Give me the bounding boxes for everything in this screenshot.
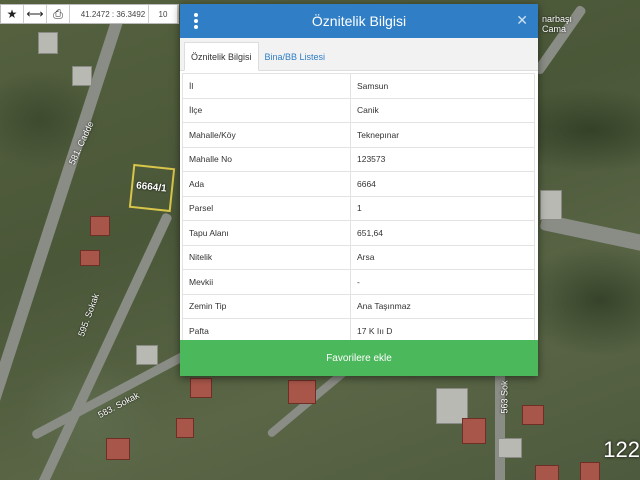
attribute-value: -: [350, 269, 535, 295]
attribute-key: İlçe: [182, 97, 351, 123]
measure-icon[interactable]: ⟷: [24, 5, 47, 23]
table-row: İl Samsun: [182, 73, 535, 99]
dialog-tabs: Öznitelik Bilgisi Bina/BB Listesi: [180, 38, 538, 71]
table-row: Tapu Alanı 651,64: [182, 220, 535, 246]
table-row: Nitelik Arsa: [182, 244, 535, 270]
attribute-key: Zemin Tip: [182, 293, 351, 319]
dialog-header: Öznitelik Bilgisi ✕: [180, 4, 538, 38]
attribute-key: Parsel: [182, 195, 351, 221]
attribute-value: Ana Taşınmaz: [350, 293, 535, 319]
attribute-value: 651,64: [350, 220, 535, 246]
attribute-key: Mahalle/Köy: [182, 122, 351, 148]
table-row: Zemin Tip Ana Taşınmaz: [182, 293, 535, 319]
attribute-key: İl: [182, 73, 351, 99]
dialog-title: Öznitelik Bilgisi: [311, 13, 407, 29]
table-row: Mevkii -: [182, 269, 535, 295]
table-row: Ada 6664: [182, 171, 535, 197]
table-row: Parsel 1: [182, 195, 535, 221]
attribute-value: Teknepınar: [350, 122, 535, 148]
attribute-value: 1: [350, 195, 535, 221]
attribute-value: 123573: [350, 146, 535, 172]
table-row: İlçe Canik: [182, 97, 535, 123]
kebab-menu-icon[interactable]: [194, 13, 198, 29]
attribute-value: 6664: [350, 171, 535, 197]
tab-attribute-info[interactable]: Öznitelik Bilgisi: [184, 42, 259, 71]
zoom-level: 10: [149, 5, 178, 23]
attribute-value: Canik: [350, 97, 535, 123]
table-row: Mahalle/Köy Teknepınar: [182, 122, 535, 148]
street-label: 563 Sok: [499, 380, 510, 414]
attribute-value: Arsa: [350, 244, 535, 270]
attribute-key: Mevkii: [182, 269, 351, 295]
tab-building-list[interactable]: Bina/BB Listesi: [259, 43, 332, 70]
map-scale-number: 122: [603, 437, 640, 462]
coordinate-readout: 41.2472 : 36.3492: [78, 5, 149, 23]
map-toolbar: ★ ⟷ ⎙ 41.2472 : 36.3492 10: [0, 4, 179, 24]
table-row: Mahalle No 123573: [182, 146, 535, 172]
attribute-key: Nitelik: [182, 244, 351, 270]
print-icon[interactable]: ⎙: [47, 5, 70, 23]
attribute-value: Samsun: [350, 73, 535, 99]
close-icon[interactable]: ✕: [516, 12, 528, 29]
street-label: narbaşı: [542, 14, 573, 24]
attribute-key: Ada: [182, 171, 351, 197]
attribute-key: Tapu Alanı: [182, 220, 351, 246]
attribute-table: İl Samsun İlçe Canik Mahalle/Köy Teknepınar Ma…: [182, 73, 535, 344]
attribute-info-dialog: Öznitelik Bilgisi ✕ Öznitelik Bilgisi Bi…: [180, 4, 538, 376]
street-label: 595. Sokak: [76, 292, 101, 338]
attribute-key: Mahalle No: [182, 146, 351, 172]
add-to-favorites-button[interactable]: Favorilere ekle: [180, 340, 538, 376]
star-icon[interactable]: ★: [1, 5, 24, 23]
street-label: Cama: [542, 24, 567, 34]
